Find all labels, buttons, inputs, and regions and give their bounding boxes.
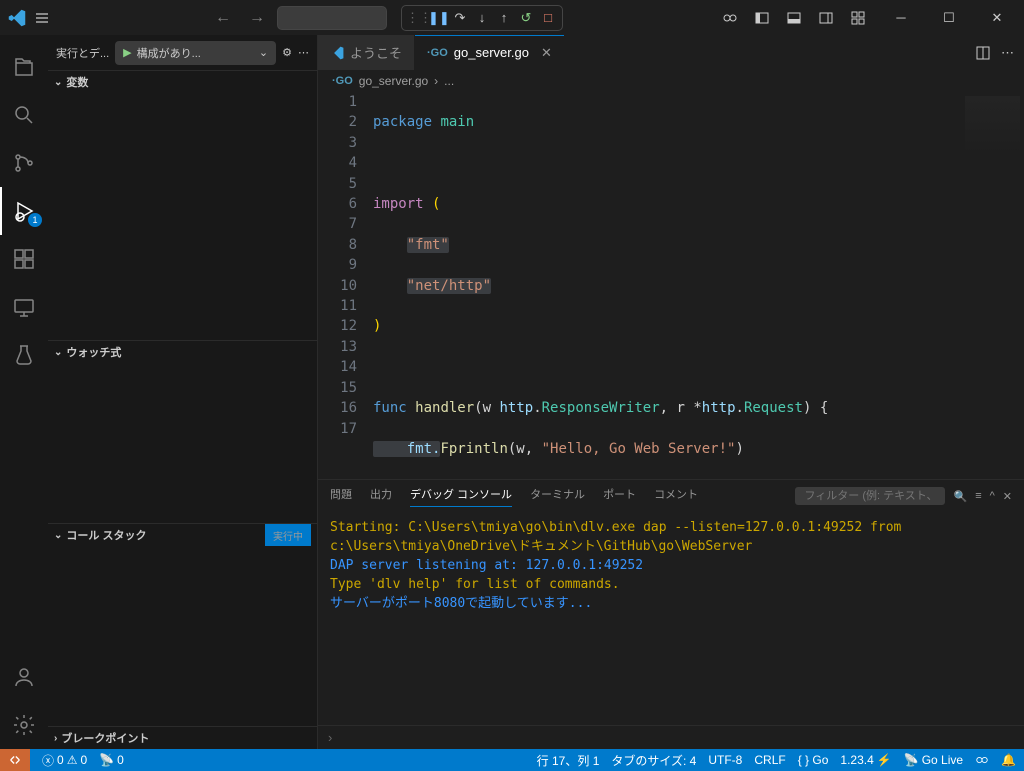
drag-handle-icon[interactable]: ⋮⋮ xyxy=(406,10,426,26)
nav-forward-icon[interactable]: → xyxy=(243,9,271,27)
sidebar-title: 実行とデ... xyxy=(56,45,109,61)
copilot-status-icon[interactable] xyxy=(975,753,989,767)
command-center[interactable] xyxy=(277,6,387,30)
chevron-right-icon: › xyxy=(434,74,438,88)
errors-status[interactable]: ⓧ 0 ⚠ 0 xyxy=(42,752,87,769)
eol[interactable]: CRLF xyxy=(754,753,785,767)
cursor-position[interactable]: 行 17、列 1 xyxy=(537,752,600,769)
stop-icon[interactable]: □ xyxy=(538,10,558,25)
more-actions-icon[interactable]: ⋯ xyxy=(1001,45,1014,61)
go-file-icon: ·GO xyxy=(427,47,448,59)
tab-go-server[interactable]: ·GO go_server.go ✕ xyxy=(415,35,565,70)
radio-status[interactable]: 📡 0 xyxy=(99,753,124,767)
run-config-selector[interactable]: ▶ 構成があり... ⌄ xyxy=(115,41,276,65)
tab-debug-console[interactable]: デバッグ コンソール xyxy=(410,486,512,507)
step-into-icon[interactable]: ↓ xyxy=(472,10,492,25)
encoding[interactable]: UTF-8 xyxy=(708,753,742,767)
tab-comment[interactable]: コメント xyxy=(654,486,698,506)
breadcrumb[interactable]: ·GO go_server.go › ... xyxy=(318,70,1024,92)
activity-bar: 1 xyxy=(0,35,48,749)
testing-icon[interactable] xyxy=(0,331,48,379)
tab-output[interactable]: 出力 xyxy=(370,486,392,506)
tab-terminal[interactable]: ターミナル xyxy=(530,486,585,506)
split-editor-icon[interactable] xyxy=(975,45,991,61)
gear-icon[interactable]: ⚙ xyxy=(282,46,292,59)
remote-icon[interactable] xyxy=(0,283,48,331)
account-icon[interactable] xyxy=(0,653,48,701)
chevron-right-icon: › xyxy=(328,730,332,745)
customize-layout-icon[interactable] xyxy=(850,10,872,26)
config-label: 構成があり... xyxy=(137,45,201,61)
step-over-icon[interactable]: ↷ xyxy=(450,10,470,26)
debug-console-input[interactable]: › xyxy=(318,725,1024,749)
go-live[interactable]: 📡 Go Live xyxy=(904,753,963,767)
filter-icon[interactable]: ≡ xyxy=(975,490,981,502)
settings-gear-icon[interactable] xyxy=(0,701,48,749)
go-version[interactable]: 1.23.4 ⚡ xyxy=(840,753,891,767)
restart-icon[interactable]: ↺ xyxy=(516,10,536,26)
code-editor[interactable]: 1234567891011121314151617 package main i… xyxy=(318,92,1024,479)
layout-sidebar-right-icon[interactable] xyxy=(818,10,840,26)
remote-indicator[interactable] xyxy=(0,749,30,771)
extensions-icon[interactable] xyxy=(0,235,48,283)
title-bar: ← → ⋮⋮ ❚❚ ↷ ↓ ↑ ↺ □ ─ ☐ ✕ xyxy=(0,0,1024,35)
layout-panel-icon[interactable] xyxy=(786,10,808,26)
tab-problems[interactable]: 問題 xyxy=(330,486,352,506)
close-button[interactable]: ✕ xyxy=(978,0,1016,35)
breakpoints-section[interactable]: ›ブレークポイント xyxy=(48,727,317,749)
watch-section[interactable]: ⌄ウォッチ式 xyxy=(48,341,317,363)
source-control-icon[interactable] xyxy=(0,139,48,187)
language-mode[interactable]: { } Go xyxy=(798,753,829,767)
run-debug-icon[interactable]: 1 xyxy=(0,187,48,235)
step-out-icon[interactable]: ↑ xyxy=(494,10,514,25)
debug-badge: 1 xyxy=(28,213,42,227)
chevron-down-icon: ⌄ xyxy=(259,46,268,59)
pause-icon[interactable]: ❚❚ xyxy=(428,10,448,26)
layout-sidebar-left-icon[interactable] xyxy=(754,10,776,26)
vscode-logo xyxy=(8,9,26,27)
status-bar: ⓧ 0 ⚠ 0 📡 0 行 17、列 1 タブのサイズ: 4 UTF-8 CRL… xyxy=(0,749,1024,771)
close-panel-icon[interactable]: ✕ xyxy=(1003,490,1012,503)
filter-input[interactable] xyxy=(795,487,945,505)
copilot-icon[interactable] xyxy=(722,10,744,26)
bottom-panel: 問題 出力 デバッグ コンソール ターミナル ポート コメント 🔍 ≡ ^ ✕ xyxy=(318,479,1024,749)
tab-size[interactable]: タブのサイズ: 4 xyxy=(611,752,696,769)
editor-area: ようこそ ·GO go_server.go ✕ ⋯ ·GO go_server.… xyxy=(318,35,1024,749)
explorer-icon[interactable] xyxy=(0,43,48,91)
editor-tabs: ようこそ ·GO go_server.go ✕ ⋯ xyxy=(318,35,1024,70)
debug-toolbar: ⋮⋮ ❚❚ ↷ ↓ ↑ ↺ □ xyxy=(401,5,563,31)
search-icon[interactable] xyxy=(0,91,48,139)
notifications-icon[interactable]: 🔔 xyxy=(1001,753,1016,767)
tab-welcome[interactable]: ようこそ xyxy=(318,35,415,70)
nav-back-icon[interactable]: ← xyxy=(209,9,237,27)
minimize-button[interactable]: ─ xyxy=(882,0,920,35)
callstack-section[interactable]: ⌄コール スタック実行中 xyxy=(48,524,317,546)
close-icon[interactable]: ✕ xyxy=(541,45,552,61)
line-gutter: 1234567891011121314151617 xyxy=(318,92,373,479)
run-debug-sidebar: 実行とデ... ▶ 構成があり... ⌄ ⚙ ⋯ ⌄変数 ⌄ウォッチ式 ⌄コール… xyxy=(48,35,318,749)
maximize-button[interactable]: ☐ xyxy=(930,0,968,35)
search-icon[interactable]: 🔍 xyxy=(953,490,967,503)
debug-console-output: Starting: C:\Users\tmiya\go\bin\dlv.exe … xyxy=(318,512,1024,725)
more-icon[interactable]: ⋯ xyxy=(298,46,309,59)
go-file-icon: ·GO xyxy=(332,75,353,87)
chevron-up-icon[interactable]: ^ xyxy=(990,490,995,502)
menu-icon[interactable] xyxy=(34,10,50,26)
tab-port[interactable]: ポート xyxy=(603,486,636,506)
play-icon: ▶ xyxy=(123,46,131,59)
variables-section[interactable]: ⌄変数 xyxy=(48,71,317,93)
